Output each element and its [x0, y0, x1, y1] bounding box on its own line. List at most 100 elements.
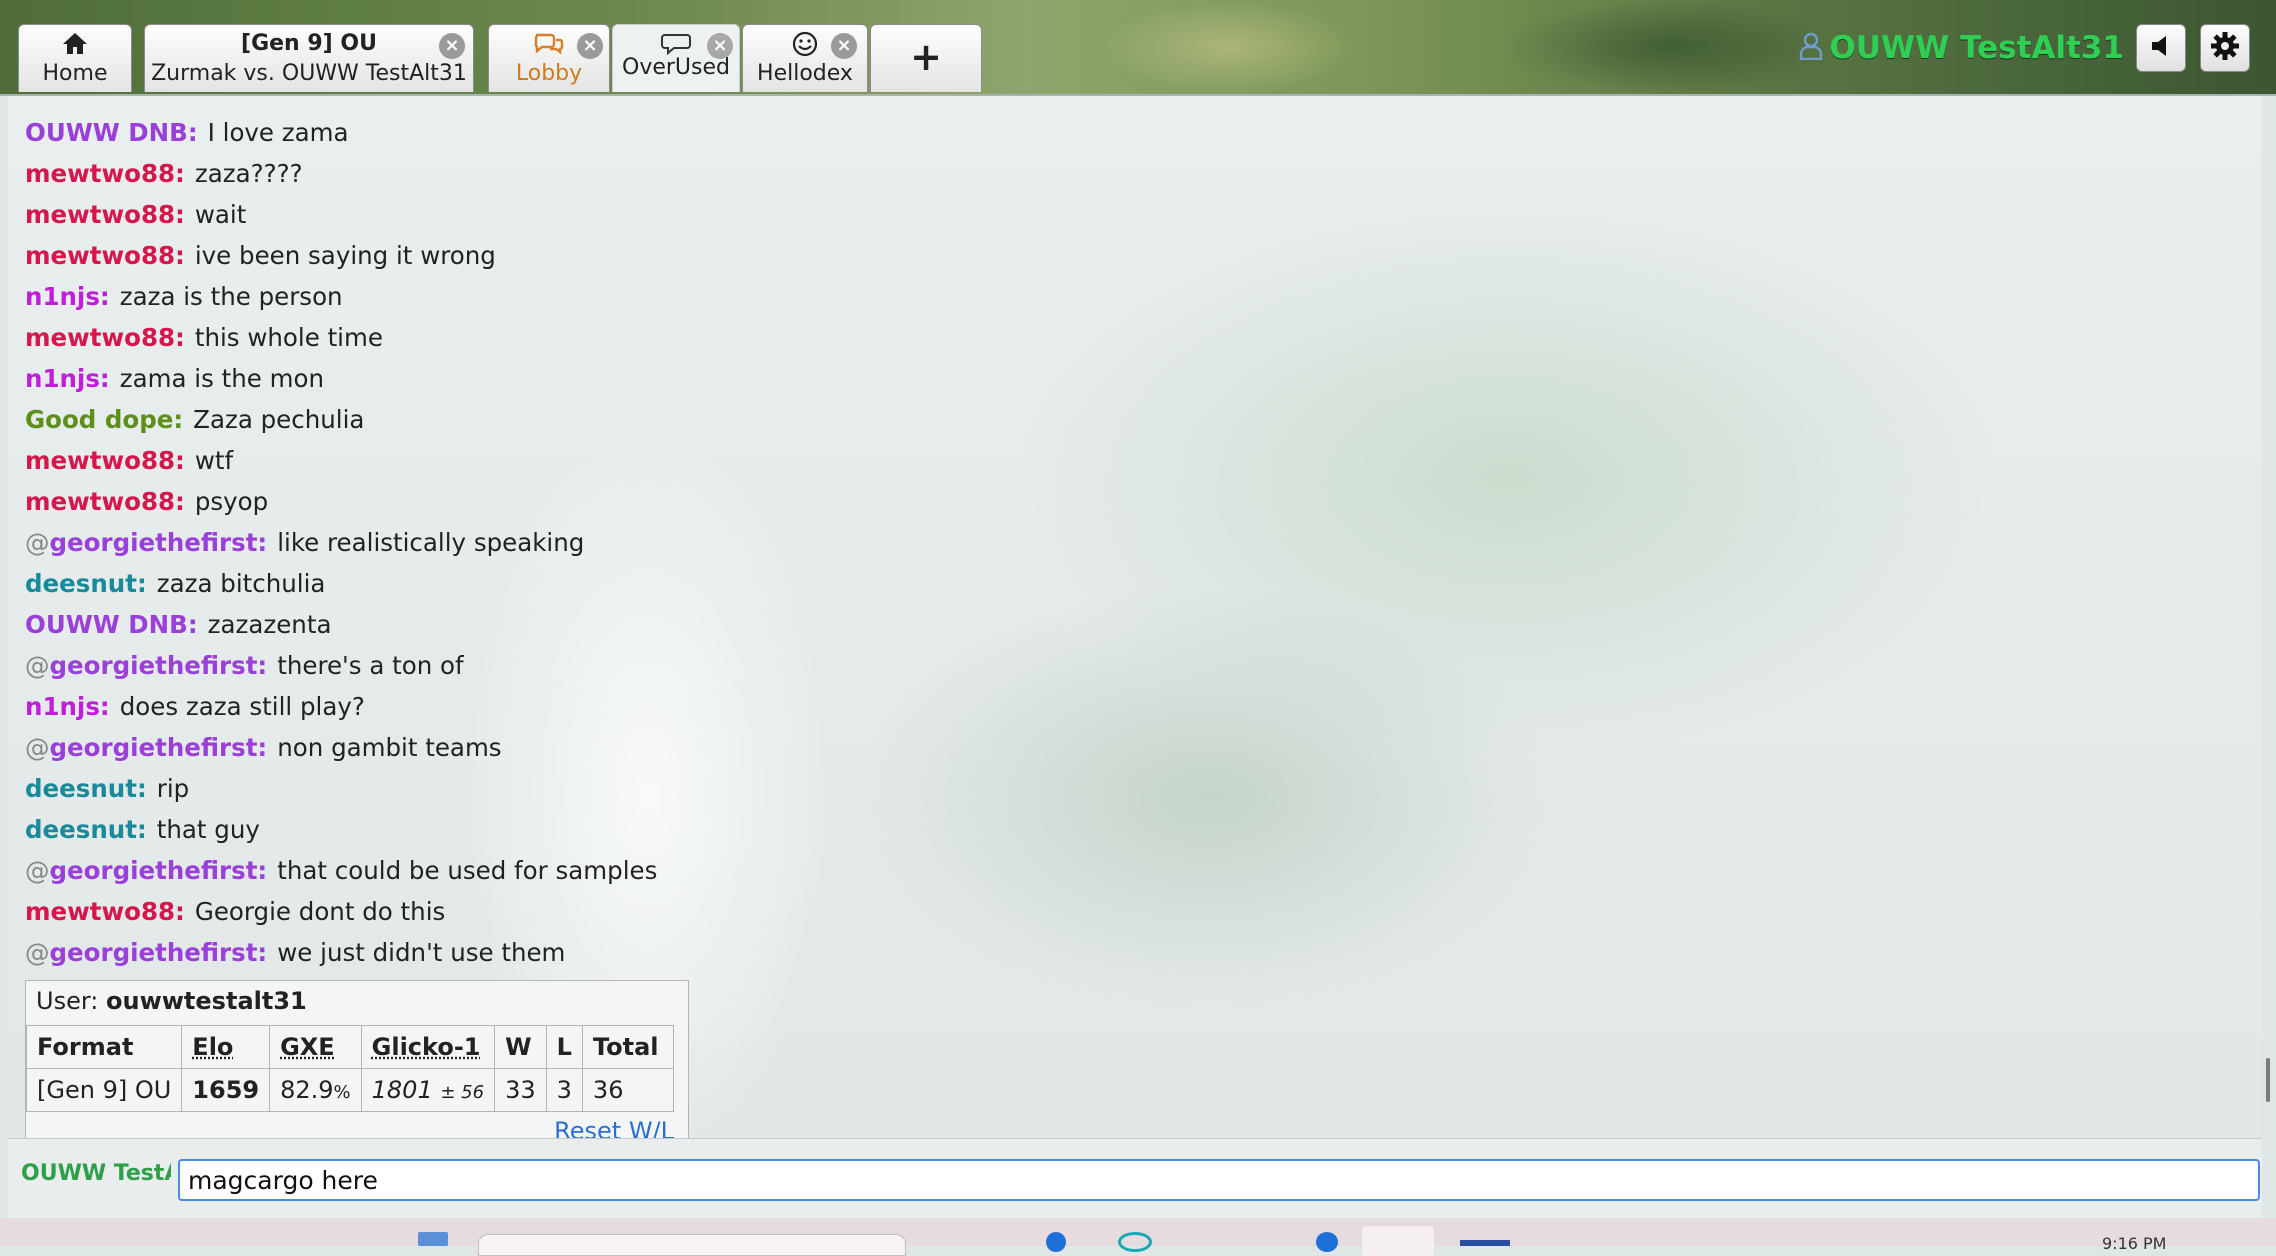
taskbar-search-box[interactable]: [478, 1234, 906, 1256]
message-text: zaza is the person: [120, 282, 343, 311]
column-header: W: [495, 1026, 547, 1069]
message-username[interactable]: mewtwo88:: [25, 159, 185, 188]
message-username[interactable]: Good dope:: [25, 405, 183, 434]
chat-message: n1njs: does zaza still play?: [25, 686, 657, 727]
home-icon: [19, 31, 131, 55]
chat-message: @georgiethefirst: that could be used for …: [25, 850, 657, 891]
message-username[interactable]: n1njs:: [25, 282, 110, 311]
table-row: [Gen 9] OU 1659 82.9% 1801 ± 56 33 3 36: [27, 1069, 674, 1112]
message-username[interactable]: deesnut:: [25, 569, 147, 598]
message-username[interactable]: @georgiethefirst:: [25, 733, 267, 762]
chat-message: mewtwo88: zaza????: [25, 153, 657, 194]
ranking-username: ouwwtestalt31: [106, 987, 307, 1015]
user-group-symbol: @: [25, 938, 50, 967]
tab-lobby[interactable]: Lobby ×: [488, 24, 610, 92]
taskbar-app-icon[interactable]: [1046, 1232, 1066, 1252]
user-group-symbol: @: [25, 651, 50, 680]
message-text: like realistically speaking: [277, 528, 584, 557]
total-cell: 36: [582, 1069, 673, 1112]
message-text: zaza????: [195, 159, 303, 188]
message-username-text: deesnut:: [25, 815, 147, 844]
column-header: L: [546, 1026, 582, 1069]
taskbar-app-icon[interactable]: [1316, 1232, 1338, 1252]
settings-button[interactable]: [2200, 24, 2250, 72]
taskbar-app-icon[interactable]: [418, 1232, 448, 1246]
chat-message-input[interactable]: [178, 1159, 2260, 1201]
chat-message: n1njs: zama is the mon: [25, 358, 657, 399]
message-username[interactable]: mewtwo88:: [25, 897, 185, 926]
message-text: there's a ton of: [277, 651, 463, 680]
user-menu[interactable]: OUWW TestAlt31: [1799, 28, 2124, 68]
close-icon[interactable]: ×: [577, 33, 603, 59]
message-username[interactable]: deesnut:: [25, 774, 147, 803]
message-username[interactable]: OUWW DNB:: [25, 610, 198, 639]
reset-wl-button[interactable]: Reset W/L: [554, 1117, 674, 1138]
message-username[interactable]: @georgiethefirst:: [25, 856, 267, 885]
message-username-text: georgiethefirst:: [50, 938, 268, 967]
wins-cell: 33: [495, 1069, 547, 1112]
message-username[interactable]: deesnut:: [25, 815, 147, 844]
tab-hellodex[interactable]: Hellodex ×: [742, 24, 868, 92]
ranking-user: User: ouwwtestalt31: [36, 987, 307, 1015]
message-username[interactable]: mewtwo88:: [25, 323, 185, 352]
message-username-text: mewtwo88:: [25, 159, 185, 188]
message-username[interactable]: mewtwo88:: [25, 241, 185, 270]
message-username[interactable]: @georgiethefirst:: [25, 938, 267, 967]
message-username-text: georgiethefirst:: [50, 856, 268, 885]
message-text: that could be used for samples: [277, 856, 657, 885]
scrollbar-thumb[interactable]: [2266, 1058, 2270, 1102]
message-username[interactable]: @georgiethefirst:: [25, 651, 267, 680]
new-tab-button[interactable]: +: [870, 24, 982, 92]
message-username[interactable]: OUWW DNB:: [25, 118, 198, 147]
chat-message: deesnut: that guy: [25, 809, 657, 850]
message-username[interactable]: mewtwo88:: [25, 446, 185, 475]
message-username[interactable]: n1njs:: [25, 364, 110, 393]
background-art: [1100, 0, 1360, 94]
message-username[interactable]: mewtwo88:: [25, 487, 185, 516]
message-text: rip: [157, 774, 189, 803]
close-icon[interactable]: ×: [831, 33, 857, 59]
message-username[interactable]: @georgiethefirst:: [25, 528, 267, 557]
tab-home[interactable]: Home: [18, 24, 132, 92]
taskbar-app-icon[interactable]: [1460, 1240, 1510, 1246]
message-username[interactable]: n1njs:: [25, 692, 110, 721]
message-text: Georgie dont do this: [195, 897, 445, 926]
message-username-text: mewtwo88:: [25, 323, 185, 352]
close-icon[interactable]: ×: [439, 33, 465, 59]
message-username-text: Good dope:: [25, 405, 183, 434]
message-text: I love zama: [208, 118, 349, 147]
message-username[interactable]: mewtwo88:: [25, 200, 185, 229]
message-text: that guy: [157, 815, 260, 844]
taskbar-clock: 9:16 PM: [2102, 1234, 2166, 1253]
tab-format: [Gen 9] OU: [145, 31, 473, 56]
close-icon[interactable]: ×: [707, 33, 733, 59]
taskbar-app-icon[interactable]: [1362, 1226, 1434, 1256]
message-text: zazazenta: [208, 610, 332, 639]
message-text: we just didn't use them: [277, 938, 565, 967]
chat-message: @georgiethefirst: like realistically spea…: [25, 522, 657, 563]
sound-button[interactable]: [2136, 24, 2186, 72]
input-username-label: OUWW TestAlt31:: [21, 1161, 171, 1186]
losses-cell: 3: [546, 1069, 582, 1112]
chat-message: @georgiethefirst: we just didn't use them: [25, 932, 657, 973]
gxe-value: 82.9: [280, 1076, 333, 1104]
taskbar-app-icon[interactable]: [1118, 1232, 1152, 1252]
column-header: Format: [27, 1026, 182, 1069]
ranking-table: Format Elo GXE Glicko-1 W L Total [Gen 9…: [26, 1025, 674, 1112]
table-header-row: Format Elo GXE Glicko-1 W L Total: [27, 1026, 674, 1069]
chat-log[interactable]: OUWW DNB: I love zama mewtwo88: zaza???? mew…: [8, 96, 2262, 1138]
message-username-text: n1njs:: [25, 692, 110, 721]
background-art: [1500, 0, 1840, 94]
message-text: Zaza pechulia: [193, 405, 364, 434]
tab-battle[interactable]: [Gen 9] OU Zurmak vs. OUWW TestAlt31 ×: [144, 24, 474, 92]
tab-overused[interactable]: OverUsed ×: [612, 24, 740, 92]
tab-label: Hellodex: [743, 61, 867, 86]
message-username-text: n1njs:: [25, 282, 110, 311]
chat-message: deesnut: zaza bitchulia: [25, 563, 657, 604]
plus-icon: +: [871, 35, 981, 79]
user-icon: [1799, 32, 1823, 64]
username: OUWW TestAlt31: [1829, 30, 2124, 66]
message-username-text: georgiethefirst:: [50, 651, 268, 680]
chat-message: n1njs: zaza is the person: [25, 276, 657, 317]
message-text: zama is the mon: [120, 364, 324, 393]
